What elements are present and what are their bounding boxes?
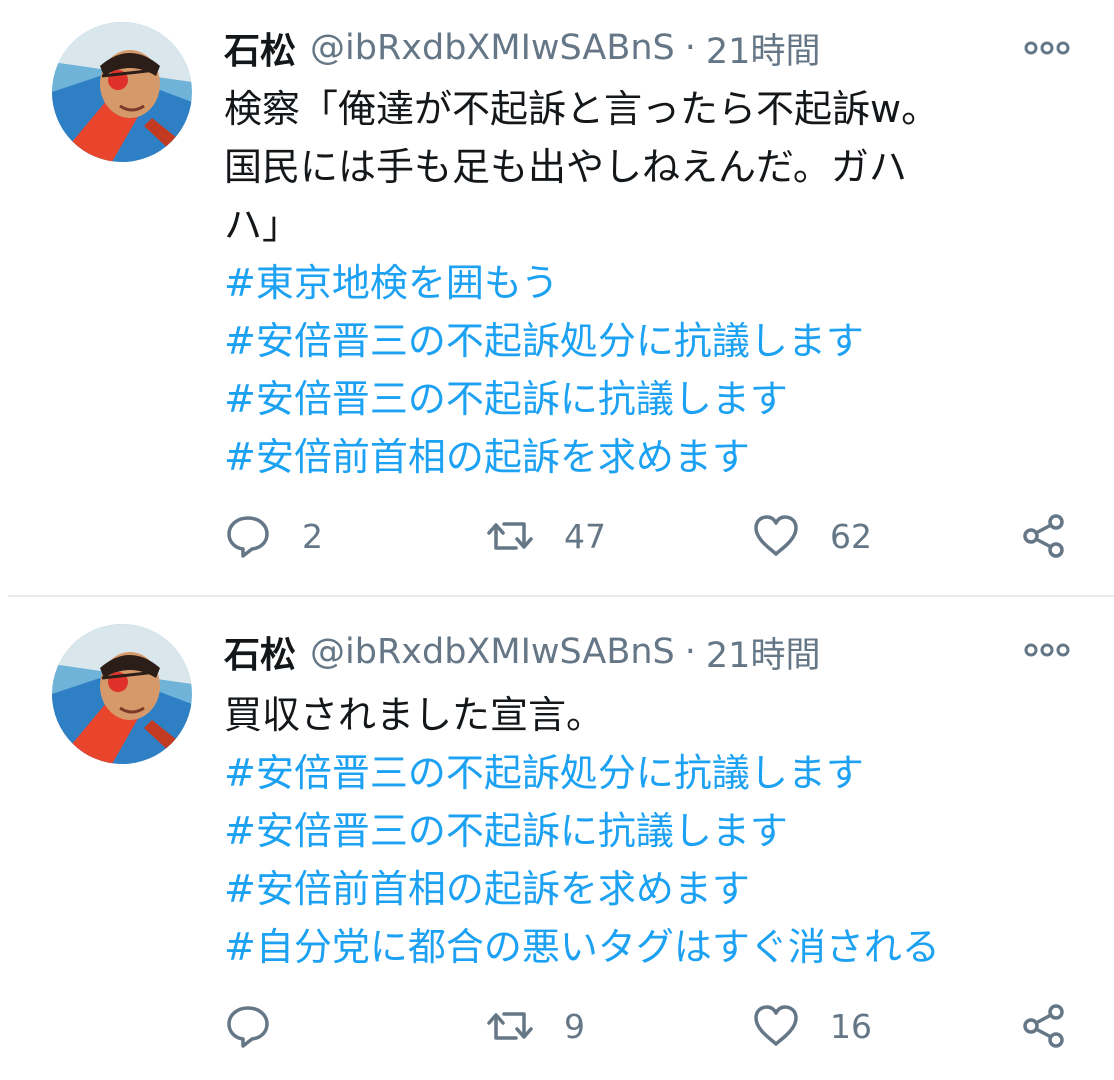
tweet-header: 石松 @ibRxdbXMIwSABnS · 21時間 xyxy=(224,22,820,74)
display-name[interactable]: 石松 xyxy=(224,626,296,678)
reply-icon xyxy=(227,1006,269,1048)
tweet-text-line: 国民には手も足も出やしねえんだ。ガハ xyxy=(224,145,907,189)
retweet-count: 9 xyxy=(564,1006,585,1046)
hashtag-link[interactable]: #自分党に都合の悪いタグはすぐ消される xyxy=(224,918,1094,976)
more-horizontal-icon[interactable] xyxy=(1022,640,1072,660)
timestamp[interactable]: 21時間 xyxy=(706,627,821,678)
like-count: 62 xyxy=(830,516,872,556)
avatar[interactable] xyxy=(52,22,192,162)
share-icon xyxy=(1023,1004,1064,1048)
tweet-header: 石松 @ibRxdbXMIwSABnS · 21時間 xyxy=(224,626,820,678)
heart-icon xyxy=(754,1005,798,1046)
avatar-image xyxy=(52,22,192,162)
user-handle[interactable]: @ibRxdbXMIwSABnS xyxy=(310,28,675,68)
tweet-text-line: 検察「俺達が不起訴と言ったら不起訴w。 xyxy=(224,87,940,131)
tweet-actions: 9 16 xyxy=(224,1001,1084,1051)
like-button[interactable]: 16 xyxy=(752,1001,872,1051)
tweet-text-line: 買収されました宣言。 xyxy=(224,693,605,737)
hashtag-link[interactable]: #東京地検を囲もう xyxy=(224,254,1094,312)
avatar[interactable] xyxy=(52,624,192,764)
separator-dot: · xyxy=(684,632,696,672)
retweet-icon xyxy=(487,1012,533,1040)
tweet-text-line: ハ」 xyxy=(224,203,301,247)
tweet[interactable]: 石松 @ibRxdbXMIwSABnS · 21時間 買収されました宣言。 #安… xyxy=(0,598,1114,1080)
reply-button[interactable] xyxy=(224,1001,302,1051)
hashtag-link[interactable]: #安倍晋三の不起訴に抗議します xyxy=(224,370,1094,428)
like-button[interactable]: 62 xyxy=(752,511,872,561)
hashtag-link[interactable]: #安倍晋三の不起訴処分に抗議します xyxy=(224,744,1094,802)
timestamp[interactable]: 21時間 xyxy=(706,23,821,74)
reply-button[interactable]: 2 xyxy=(224,511,323,561)
hashtag-link[interactable]: #安倍晋三の不起訴処分に抗議します xyxy=(224,312,1094,370)
retweet-count: 47 xyxy=(564,516,606,556)
more-horizontal-icon[interactable] xyxy=(1022,38,1072,58)
display-name[interactable]: 石松 xyxy=(224,22,296,74)
tweet-text: 検察「俺達が不起訴と言ったら不起訴w。 国民には手も足も出やしねえんだ。ガハ ハ… xyxy=(224,80,1094,486)
share-button[interactable] xyxy=(1020,1001,1068,1051)
tweet-actions: 2 47 62 xyxy=(224,511,1084,561)
user-handle[interactable]: @ibRxdbXMIwSABnS xyxy=(310,632,675,672)
tweet[interactable]: 石松 @ibRxdbXMIwSABnS · 21時間 検察「俺達が不起訴と言った… xyxy=(0,0,1114,596)
share-icon xyxy=(1023,514,1064,558)
reply-icon xyxy=(227,516,269,558)
retweet-button[interactable]: 9 xyxy=(486,1001,585,1051)
tweet-text: 買収されました宣言。 #安倍晋三の不起訴処分に抗議します #安倍晋三の不起訴に抗… xyxy=(224,686,1094,976)
reply-count: 2 xyxy=(302,516,323,556)
share-button[interactable] xyxy=(1020,511,1068,561)
hashtag-link[interactable]: #安倍晋三の不起訴に抗議します xyxy=(224,802,1094,860)
hashtag-link[interactable]: #安倍前首相の起訴を求めます xyxy=(224,860,1094,918)
separator-dot: · xyxy=(684,28,696,68)
like-count: 16 xyxy=(830,1006,872,1046)
avatar-image xyxy=(52,624,192,764)
heart-icon xyxy=(754,515,798,556)
retweet-icon xyxy=(487,522,533,550)
tweet-divider xyxy=(8,595,1114,597)
hashtag-link[interactable]: #安倍前首相の起訴を求めます xyxy=(224,428,1094,486)
retweet-button[interactable]: 47 xyxy=(486,511,606,561)
